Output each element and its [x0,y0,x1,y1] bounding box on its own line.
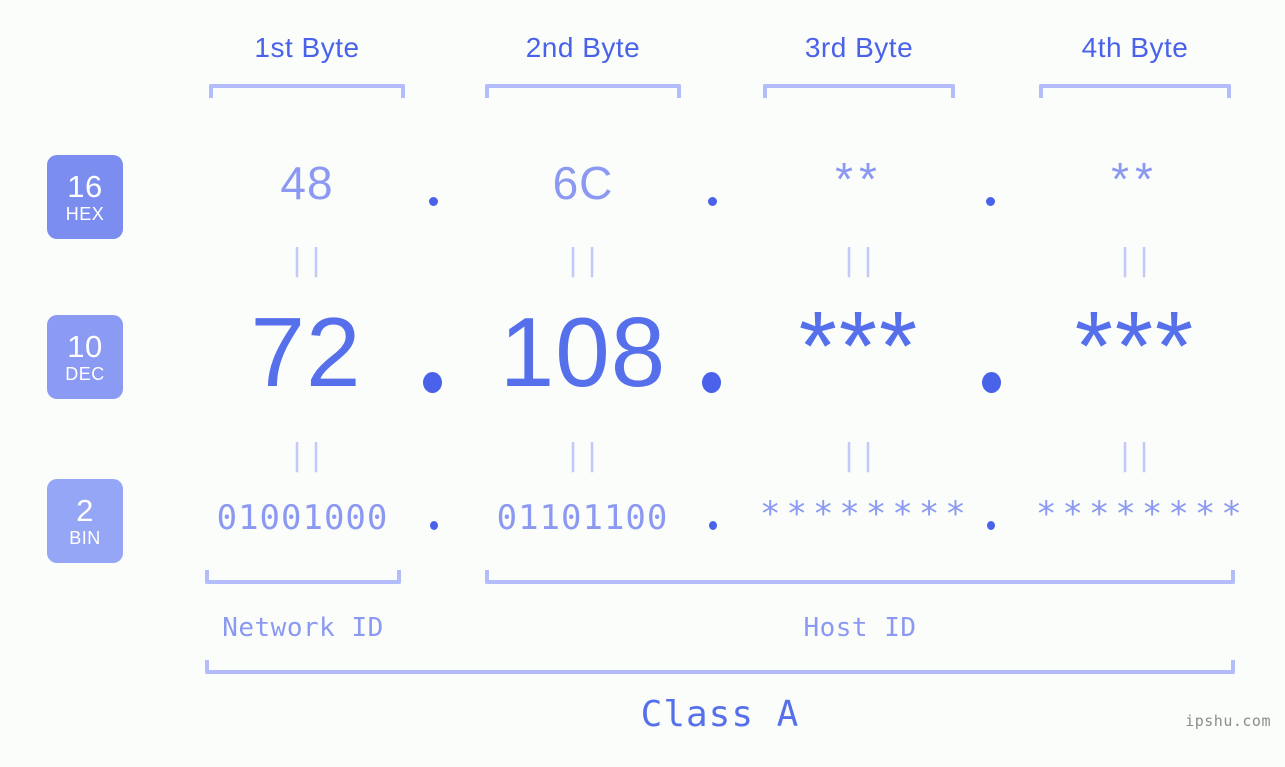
bin-separator-dot-3 [987,521,995,530]
equals-mark-bottom-3: || [839,438,879,473]
hex-separator-dot-2 [708,197,717,206]
bin-separator-dot-2 [709,521,717,530]
watermark: ipshu.com [1185,712,1271,730]
byte-header-1: 1st Byte [254,32,360,63]
equals-mark-top-2: || [563,243,603,278]
base-badge-dec: 10 DEC [47,315,123,399]
host-id-bracket [485,570,1235,584]
base-badge-dec-label: DEC [65,364,105,384]
base-badge-hex-number: 16 [67,169,103,204]
hex-separator-dot-1 [429,197,438,206]
bin-separator-dot-1 [430,521,438,530]
base-badge-dec-number: 10 [67,329,103,364]
bin-byte-2-value: 01101100 [496,498,669,538]
equals-mark-bottom-2: || [563,438,603,473]
hex-byte-4-value: ** [1111,153,1159,205]
base-badge-hex: 16 HEX [47,155,123,239]
hex-byte-2-value: 6C [552,157,614,209]
base-badge-bin: 2 BIN [47,479,123,563]
byte-bracket-top-2 [485,84,681,98]
dec-byte-2-value: 108 [499,297,667,407]
byte-bracket-top-4 [1039,84,1231,98]
class-label: Class A [640,694,800,735]
byte-header-3: 3rd Byte [804,32,914,63]
hex-byte-1-value: 48 [280,157,334,209]
base-badge-bin-label: BIN [69,528,101,548]
equals-mark-bottom-4: || [1115,438,1155,473]
equals-mark-top-4: || [1115,243,1155,278]
dec-byte-1-value: 72 [250,297,362,407]
equals-mark-top-1: || [287,243,327,278]
base-badge-bin-number: 2 [76,493,94,528]
ip-address-breakdown-diagram: 1st Byte 2nd Byte 3rd Byte 4th Byte 16 H… [0,0,1285,767]
byte-bracket-top-3 [763,84,955,98]
equals-mark-bottom-1: || [287,438,327,473]
dec-separator-dot-1 [423,372,442,393]
network-id-label: Network ID [222,613,384,643]
host-id-label: Host ID [803,613,917,643]
byte-bracket-top-1 [209,84,405,98]
hex-byte-3-value: ** [835,153,883,205]
dec-separator-dot-3 [982,372,1001,393]
byte-header-4: 4th Byte [1081,32,1189,63]
hex-separator-dot-3 [986,197,995,206]
byte-header-2: 2nd Byte [525,32,641,63]
bin-byte-3-value: ******** [760,494,972,534]
equals-mark-top-3: || [839,243,879,278]
dec-byte-3-value: *** [798,291,920,401]
dec-byte-4-value: *** [1074,291,1196,401]
base-badge-hex-label: HEX [65,204,105,224]
dec-separator-dot-2 [702,372,721,393]
bin-byte-1-value: 01001000 [216,498,389,538]
network-id-bracket [205,570,401,584]
bin-byte-4-value: ******** [1036,494,1248,534]
class-bracket [205,660,1235,674]
